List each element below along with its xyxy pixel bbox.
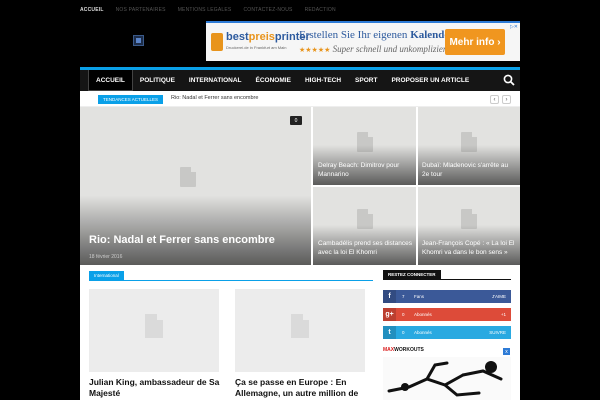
shopping-bag-icon xyxy=(211,33,223,51)
sidebar-divider xyxy=(383,279,511,280)
google-plus-count: 0 xyxy=(402,312,405,317)
top-nav-accueil[interactable]: ACCUEIL xyxy=(80,7,104,13)
article-card-title-1[interactable]: Julian King, ambassadeur de Sa Majesté xyxy=(89,377,221,399)
image-placeholder-icon xyxy=(291,314,309,338)
ad-brand-name: bestpreisprinter xyxy=(226,31,310,43)
facebook-like-button[interactable]: J'AIME xyxy=(492,294,506,299)
featured-small-3-title[interactable]: Cambadélis prend ses distances avec la l… xyxy=(318,240,413,257)
trending-next-button[interactable]: › xyxy=(502,95,511,104)
featured-main-title[interactable]: Rio: Nadal et Ferrer sans encombre xyxy=(89,234,275,247)
twitter-follow-button[interactable]: SUIVRE xyxy=(489,330,506,335)
trending-headline[interactable]: Rio: Nadal et Ferrer sans encombre xyxy=(171,95,258,101)
ad-subline: ★★★★★ Super schnell und unkompliziert! xyxy=(299,44,452,54)
search-icon[interactable] xyxy=(502,73,516,87)
ad-brand: bestpreisprinter Druckerei.de in Frankfu… xyxy=(211,27,310,57)
comment-count-badge[interactable]: 0 xyxy=(290,116,302,125)
article-card-title-2[interactable]: Ça se passe en Europe : En Allemagne, un… xyxy=(235,377,367,399)
facebook-icon: f xyxy=(383,290,396,303)
ad-more-info-button[interactable]: Mehr info › xyxy=(445,29,505,55)
featured-small-1-title[interactable]: Delray Beach: Dimitrov pour Mannarino xyxy=(318,162,410,179)
google-plus-label: Abonnés xyxy=(414,312,432,317)
top-nav-contact[interactable]: CONTACTEZ-NOUS xyxy=(243,7,292,13)
main-nav: ACCUEIL POLITIQUE INTERNATIONAL ÉCONOMIE… xyxy=(80,67,520,91)
ad-close-icon[interactable]: x xyxy=(503,348,510,355)
nav-international[interactable]: INTERNATIONAL xyxy=(182,70,249,91)
facebook-count: 7 xyxy=(402,294,405,299)
twitter-icon: t xyxy=(383,326,396,339)
nav-politique[interactable]: POLITIQUE xyxy=(133,70,182,91)
workout-figure-icon xyxy=(387,361,503,397)
article-card-image-2[interactable] xyxy=(235,289,365,372)
image-placeholder-icon xyxy=(145,314,163,338)
banner-ad[interactable]: bestpreisprinter Druckerei.de in Frankfu… xyxy=(206,21,520,61)
featured-main[interactable]: 0 Rio: Nadal et Ferrer sans encombre 18 … xyxy=(80,107,311,265)
trending-bar: TENDANCES ACTUELLES Rio: Nadal et Ferrer… xyxy=(80,91,520,107)
top-nav-mentions[interactable]: MENTIONS LEGALES xyxy=(178,7,232,13)
ad-brand-tagline: Druckerei.de in Frankfurt am Main xyxy=(226,45,287,50)
nav-high-tech[interactable]: HIGH-TECH xyxy=(298,70,348,91)
top-nav-partenaires[interactable]: NOS PARTENAIRES xyxy=(116,7,166,13)
social-google-plus[interactable]: g+ 0 Abonnés +1 xyxy=(383,308,511,321)
ad-choices-icon[interactable]: ▷✕ xyxy=(510,24,518,30)
article-card-image-1[interactable] xyxy=(89,289,219,372)
facebook-label: Fans xyxy=(414,294,425,299)
top-nav: ACCUEIL NOS PARTENAIRES MENTIONS LEGALES… xyxy=(80,0,336,20)
rating-stars-icon: ★★★★★ xyxy=(299,46,331,54)
section-divider xyxy=(89,280,373,281)
google-plus-button[interactable]: +1 xyxy=(501,312,506,317)
featured-small-4[interactable]: Jean-François Copé : « La loi El Khomri … xyxy=(418,187,520,265)
nav-proposer-article[interactable]: PROPOSER UN ARTICLE xyxy=(384,70,476,91)
featured-small-2[interactable]: Dubaï: Mladenovic s'arrête au 2e tour xyxy=(418,107,520,185)
site-logo[interactable] xyxy=(133,35,144,46)
social-facebook[interactable]: f 7 Fans J'AIME xyxy=(383,290,511,303)
featured-small-3[interactable]: Cambadélis prend ses distances avec la l… xyxy=(313,187,416,265)
featured-small-4-title[interactable]: Jean-François Copé : « La loi El Khomri … xyxy=(422,240,518,257)
top-nav-redaction[interactable]: REDACTION xyxy=(305,7,336,13)
trending-label: TENDANCES ACTUELLES xyxy=(98,95,164,104)
section-tag-international[interactable]: International xyxy=(89,271,124,280)
content-area: 0 Rio: Nadal et Ferrer sans encombre 18 … xyxy=(80,107,520,400)
twitter-label: Abonnés xyxy=(414,330,432,335)
featured-small-2-title[interactable]: Dubaï: Mladenovic s'arrête au 2e tour xyxy=(422,162,516,179)
image-placeholder-icon xyxy=(180,167,196,187)
nav-accueil[interactable]: ACCUEIL xyxy=(88,70,133,91)
nav-economie[interactable]: ÉCONOMIE xyxy=(249,70,298,91)
google-plus-icon: g+ xyxy=(383,308,396,321)
trending-prev-button[interactable]: ‹ xyxy=(490,95,499,104)
top-bar: ACCUEIL NOS PARTENAIRES MENTIONS LEGALES… xyxy=(0,0,600,20)
sidebar-ad-image[interactable] xyxy=(383,357,511,400)
social-twitter[interactable]: t 0 Abonnés SUIVRE xyxy=(383,326,511,339)
featured-small-1[interactable]: Delray Beach: Dimitrov pour Mannarino xyxy=(313,107,416,185)
nav-sport[interactable]: SPORT xyxy=(348,70,384,91)
ad-headline: Erstellen Sie Ihr eigenen Kalender xyxy=(299,29,455,41)
sidebar-heading: RESTEZ CONNECTER xyxy=(383,270,441,279)
twitter-count: 0 xyxy=(402,330,405,335)
featured-main-date: 18 février 2016 xyxy=(89,254,123,260)
sidebar-ad-brand[interactable]: MAXWORKOUTS xyxy=(383,347,424,353)
